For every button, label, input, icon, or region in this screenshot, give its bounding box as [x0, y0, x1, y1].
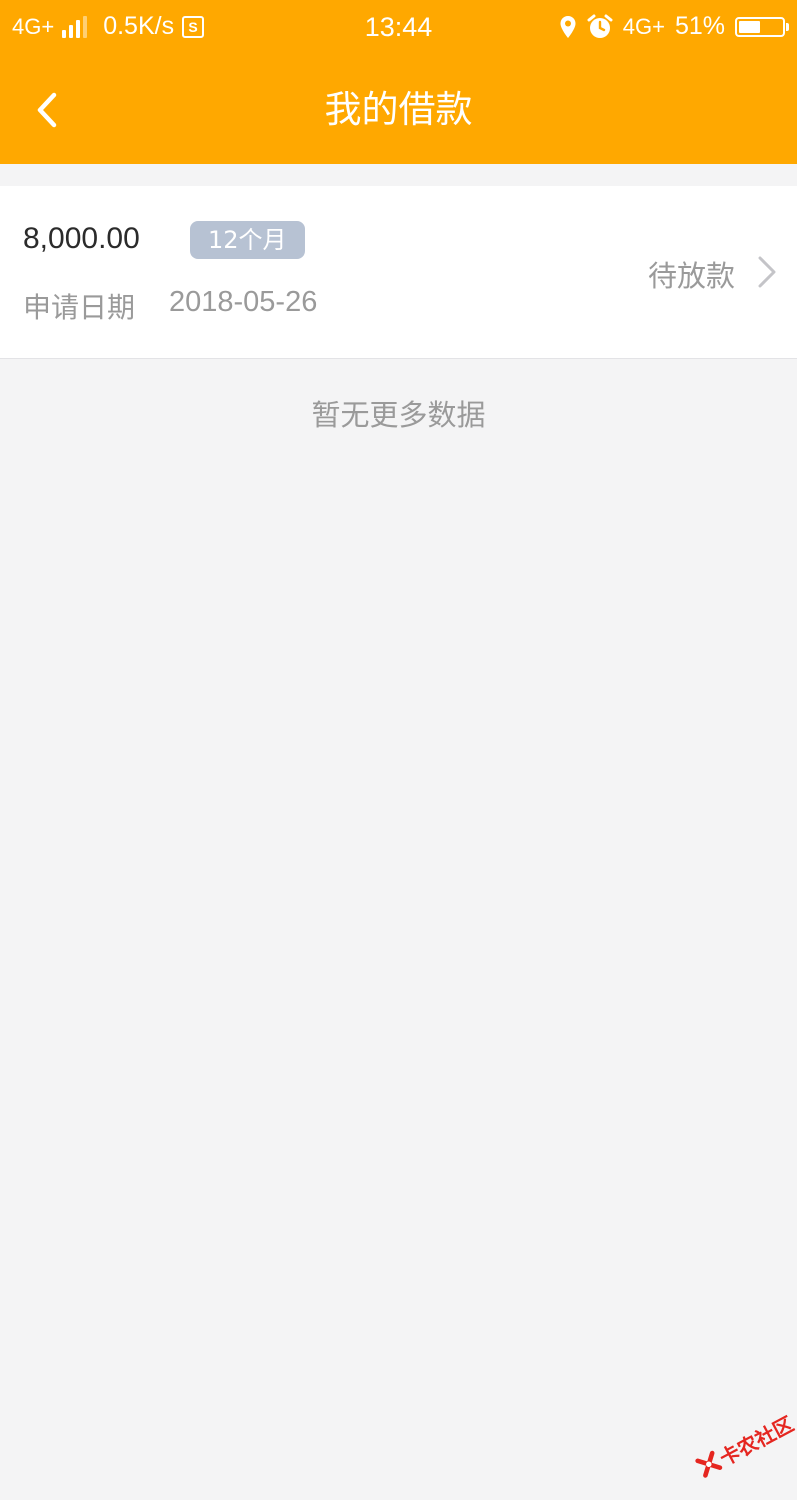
chevron-right-icon: [758, 256, 776, 288]
watermark: 卡农社区: [680, 1385, 797, 1500]
term-badge: 12个月: [190, 221, 305, 259]
battery-icon: [735, 16, 789, 37]
alarm-icon: [587, 14, 613, 40]
page-title: 我的借款: [324, 88, 473, 131]
battery-percentage: 51%: [674, 12, 725, 40]
location-icon: [559, 15, 577, 39]
apply-date-value: 2018-05-26: [169, 286, 318, 318]
status-bar-right: 4G+ 51%: [559, 12, 789, 41]
apply-date-label: 申请日期: [23, 291, 136, 324]
phone-screen: 4G+ 0.5K/s S 13:44 4G+ 51% 我的借款 8,000.00…: [0, 0, 797, 1500]
battery-fill: [739, 20, 761, 33]
loan-status: 待放款: [647, 259, 735, 293]
loan-list-item[interactable]: 8,000.00 12个月 申请日期 2018-05-26 待放款: [0, 186, 797, 359]
no-more-data: 暂无更多数据: [311, 398, 486, 432]
nav-bar: 我的借款: [0, 56, 797, 164]
watermark-text: 卡农社区: [715, 1411, 797, 1471]
loan-amount: 8,000.00: [23, 222, 140, 255]
status-bar: 4G+ 0.5K/s S 13:44 4G+ 51%: [0, 0, 797, 56]
network-type-right: 4G+: [622, 13, 665, 39]
